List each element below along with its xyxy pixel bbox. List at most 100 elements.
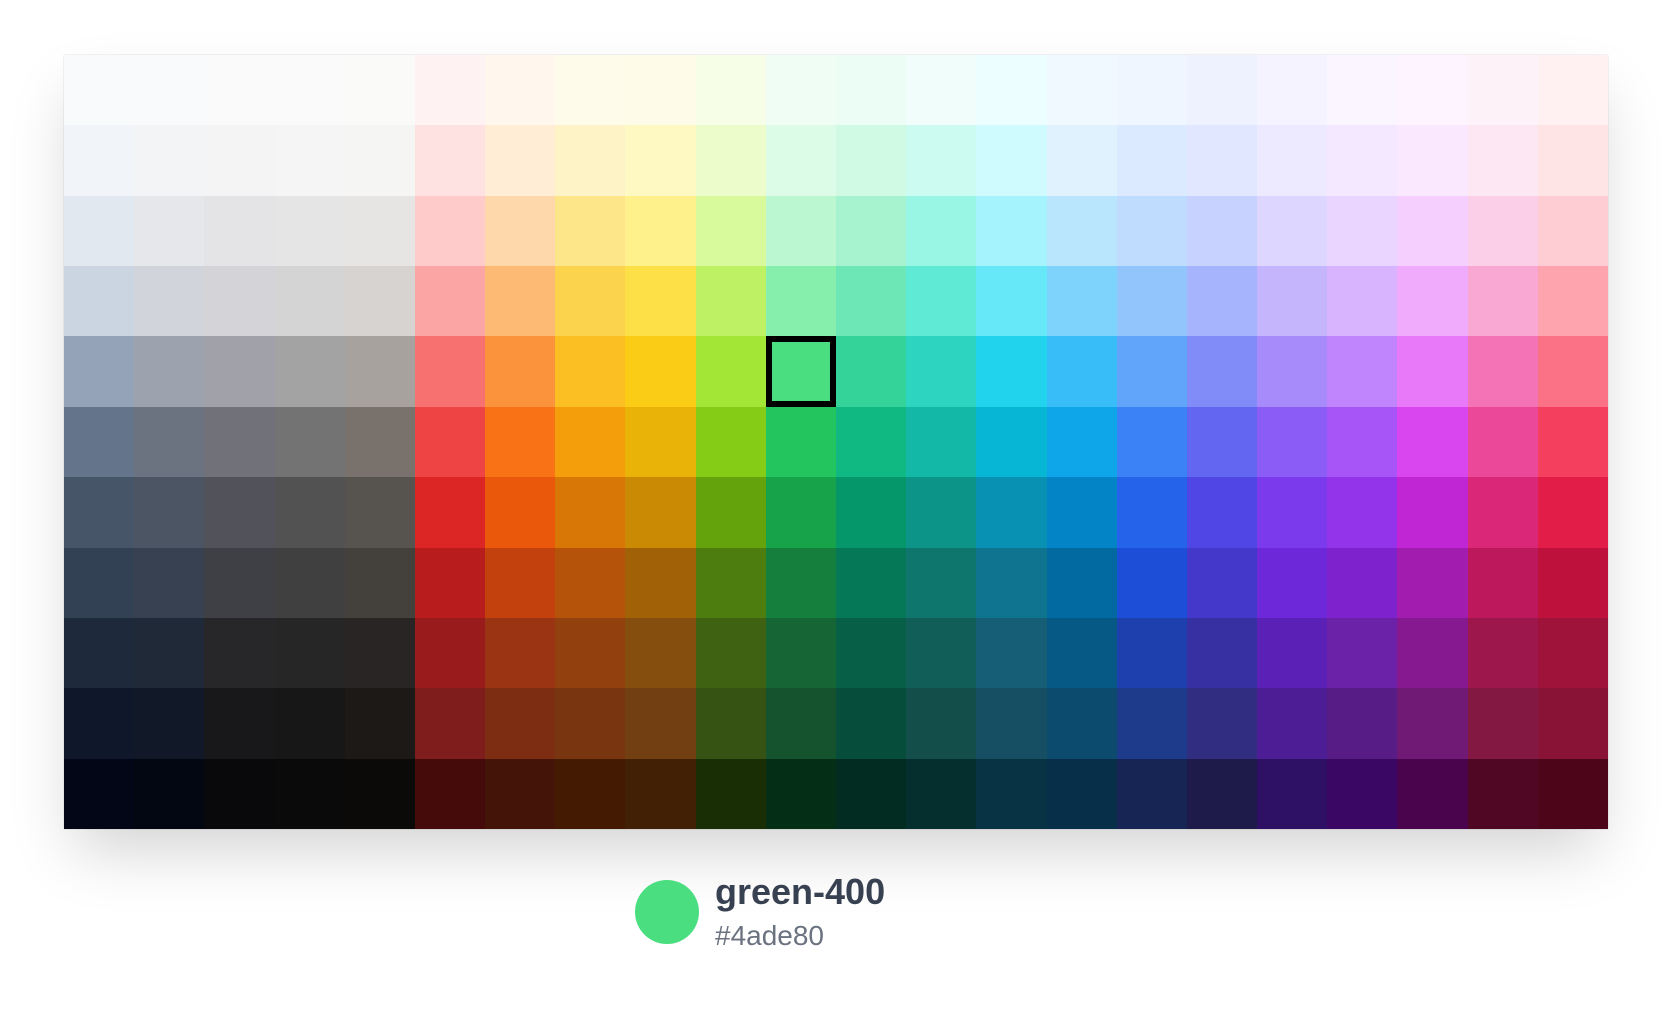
swatch-fuchsia-800[interactable] [1397,617,1468,689]
swatch-gray-50[interactable] [134,55,205,126]
swatch-stone-100[interactable] [344,125,415,196]
swatch-purple-400[interactable] [1327,336,1398,407]
swatch-teal-950[interactable] [906,758,977,829]
swatch-lime-400[interactable] [695,336,766,407]
swatch-violet-950[interactable] [1257,758,1328,829]
swatch-zinc-900[interactable] [204,688,275,759]
swatch-cyan-400[interactable] [976,336,1047,407]
swatch-indigo-600[interactable] [1186,477,1258,548]
swatch-teal-500[interactable] [906,406,977,478]
swatch-sky-300[interactable] [1046,266,1117,337]
swatch-slate-200[interactable] [64,195,135,267]
swatch-sky-600[interactable] [1046,477,1117,548]
swatch-purple-600[interactable] [1327,477,1398,548]
swatch-cyan-500[interactable] [976,406,1047,478]
swatch-teal-100[interactable] [906,125,977,196]
swatch-blue-200[interactable] [1116,195,1187,267]
swatch-zinc-300[interactable] [204,266,275,337]
swatch-orange-700[interactable] [485,547,556,618]
swatch-teal-800[interactable] [906,617,977,689]
swatch-rose-500[interactable] [1537,406,1608,478]
swatch-rose-800[interactable] [1537,617,1608,689]
swatch-cyan-700[interactable] [976,547,1047,618]
swatch-gray-200[interactable] [134,195,205,267]
swatch-red-900[interactable] [414,688,486,759]
swatch-neutral-200[interactable] [274,195,345,267]
swatch-zinc-950[interactable] [204,758,275,829]
swatch-slate-100[interactable] [64,125,135,196]
swatch-orange-950[interactable] [485,758,556,829]
swatch-orange-200[interactable] [485,195,556,267]
swatch-cyan-950[interactable] [976,758,1047,829]
swatch-orange-600[interactable] [485,477,556,548]
swatch-sky-500[interactable] [1046,406,1117,478]
swatch-yellow-50[interactable] [625,55,696,126]
swatch-neutral-900[interactable] [274,688,345,759]
swatch-blue-900[interactable] [1116,688,1187,759]
swatch-emerald-700[interactable] [835,547,907,618]
swatch-blue-50[interactable] [1116,55,1187,126]
swatch-stone-900[interactable] [344,688,415,759]
swatch-fuchsia-600[interactable] [1397,477,1468,548]
swatch-cyan-600[interactable] [976,477,1047,548]
swatch-purple-900[interactable] [1327,688,1398,759]
swatch-lime-950[interactable] [695,758,766,829]
swatch-emerald-800[interactable] [835,617,907,689]
swatch-amber-50[interactable] [555,55,626,126]
swatch-green-100[interactable] [765,125,836,196]
swatch-blue-500[interactable] [1116,406,1187,478]
swatch-green-400[interactable] [765,336,837,408]
swatch-green-800[interactable] [765,617,836,689]
swatch-yellow-300[interactable] [625,266,696,337]
swatch-purple-950[interactable] [1327,758,1398,829]
swatch-violet-600[interactable] [1257,477,1328,548]
swatch-pink-300[interactable] [1467,266,1538,337]
swatch-pink-50[interactable] [1467,55,1538,126]
swatch-neutral-950[interactable] [274,758,345,829]
swatch-indigo-50[interactable] [1186,55,1258,126]
swatch-stone-200[interactable] [344,195,415,267]
swatch-green-500[interactable] [765,406,836,478]
swatch-yellow-400[interactable] [625,336,696,407]
swatch-zinc-50[interactable] [204,55,275,126]
swatch-teal-300[interactable] [906,266,977,337]
swatch-yellow-800[interactable] [625,617,696,689]
swatch-blue-100[interactable] [1116,125,1187,196]
swatch-sky-900[interactable] [1046,688,1117,759]
swatch-blue-300[interactable] [1116,266,1187,337]
swatch-indigo-800[interactable] [1186,617,1258,689]
swatch-violet-800[interactable] [1257,617,1328,689]
swatch-pink-700[interactable] [1467,547,1538,618]
swatch-lime-600[interactable] [695,477,766,548]
swatch-yellow-500[interactable] [625,406,696,478]
swatch-fuchsia-400[interactable] [1397,336,1468,407]
swatch-neutral-800[interactable] [274,617,345,689]
swatch-emerald-500[interactable] [835,406,907,478]
swatch-indigo-400[interactable] [1186,336,1258,407]
swatch-amber-100[interactable] [555,125,626,196]
swatch-sky-950[interactable] [1046,758,1117,829]
swatch-red-300[interactable] [414,266,486,337]
swatch-violet-700[interactable] [1257,547,1328,618]
swatch-pink-600[interactable] [1467,477,1538,548]
swatch-indigo-300[interactable] [1186,266,1258,337]
swatch-red-950[interactable] [414,758,486,829]
swatch-zinc-400[interactable] [204,336,275,407]
swatch-teal-200[interactable] [906,195,977,267]
swatch-emerald-400[interactable] [835,336,907,407]
swatch-stone-300[interactable] [344,266,415,337]
swatch-slate-50[interactable] [64,55,135,126]
swatch-fuchsia-200[interactable] [1397,195,1468,267]
swatch-pink-500[interactable] [1467,406,1538,478]
swatch-rose-950[interactable] [1537,758,1608,829]
swatch-emerald-600[interactable] [835,477,907,548]
swatch-orange-300[interactable] [485,266,556,337]
swatch-purple-100[interactable] [1327,125,1398,196]
swatch-zinc-100[interactable] [204,125,275,196]
swatch-sky-100[interactable] [1046,125,1117,196]
swatch-sky-400[interactable] [1046,336,1117,407]
swatch-stone-700[interactable] [344,547,415,618]
swatch-yellow-900[interactable] [625,688,696,759]
swatch-stone-800[interactable] [344,617,415,689]
swatch-slate-600[interactable] [64,477,135,548]
